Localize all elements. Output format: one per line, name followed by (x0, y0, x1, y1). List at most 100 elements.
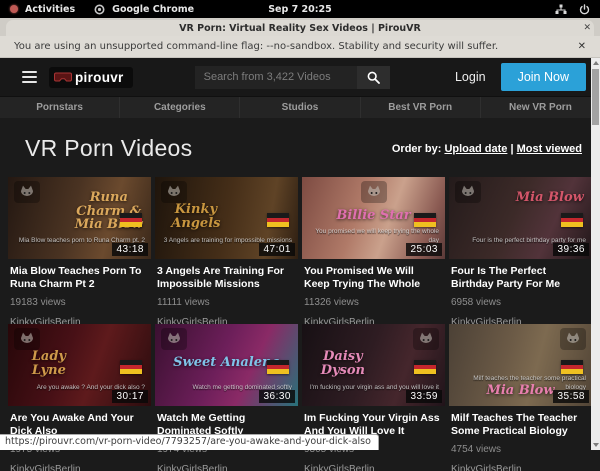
video-studio-link[interactable]: KinkyGirlsBerlin (157, 317, 298, 324)
video-thumbnail[interactable]: Mia Blow Four is the perfect birthday pa… (449, 177, 592, 259)
video-title-link[interactable]: Four Is The Perfect Birthday Party For M… (451, 265, 589, 291)
german-flag-icon (414, 360, 436, 374)
video-studio-link[interactable]: KinkyGirlsBerlin (304, 464, 445, 471)
video-card[interactable]: Billie Star You promised we will keep tr… (302, 177, 445, 324)
video-duration-badge: 47:01 (259, 243, 295, 256)
chrome-warning-bar: You are using an unsupported command-lin… (0, 36, 600, 58)
tab-title: VR Porn: Virtual Reality Sex Videos | Pi… (179, 23, 421, 34)
thumb-overlay-name: Daisy Dyson (310, 350, 376, 377)
video-studio-link[interactable]: KinkyGirlsBerlin (451, 464, 592, 471)
video-card[interactable]: Mia Blow Four is the perfect birthday pa… (449, 177, 592, 324)
video-thumbnail[interactable]: Lady Lyne Are you awake ? And your dick … (8, 324, 151, 406)
browser-tab[interactable]: VR Porn: Virtual Reality Sex Videos | Pi… (6, 20, 594, 36)
thumb-overlay-name: Kinky Angels (163, 203, 229, 230)
video-thumbnail[interactable]: Billie Star You promised we will keep tr… (302, 177, 445, 259)
activities-button[interactable]: Activities (25, 4, 75, 15)
scrollbar-up-arrow[interactable] (591, 58, 600, 68)
system-tray[interactable] (555, 4, 590, 15)
video-thumbnail[interactable]: Daisy Dyson I'm fucking your virgin ass … (302, 324, 445, 406)
order-upload-date-link[interactable]: Upload date (444, 143, 507, 155)
nav-item-new-vr-porn[interactable]: New VR Porn (481, 97, 600, 118)
site-header: pirouvr Login Join Now (0, 58, 600, 96)
thumb-overlay-name: Lady Lyne (16, 350, 82, 377)
studio-watermark-icon (161, 328, 187, 350)
video-views: 6958 views (451, 297, 592, 308)
scrollbar[interactable] (591, 58, 600, 450)
nav-item-best-vr-porn[interactable]: Best VR Porn (361, 97, 481, 118)
german-flag-icon (267, 213, 289, 227)
focused-app-menu[interactable]: Google Chrome (112, 4, 194, 15)
video-title-link[interactable]: You Promised We Will Keep Trying The Who… (304, 265, 442, 291)
login-link[interactable]: Login (455, 70, 486, 84)
video-card[interactable]: Mia Blow Milf teaches the teacher some p… (449, 324, 592, 471)
order-most-viewed-link[interactable]: Most viewed (517, 143, 582, 155)
german-flag-icon (120, 360, 142, 374)
thumb-overlay-name: Mia Blow (513, 191, 587, 205)
page-title: VR Porn Videos (25, 135, 192, 162)
video-card[interactable]: Kinky Angels 3 Angels are training for i… (155, 177, 298, 324)
studio-watermark-icon (14, 328, 40, 350)
search-button[interactable] (357, 66, 390, 89)
search-icon (367, 71, 380, 84)
scrollbar-thumb[interactable] (592, 69, 599, 125)
studio-watermark-icon (455, 181, 481, 203)
recording-indicator-icon (10, 5, 18, 13)
studio-watermark-icon (361, 181, 387, 203)
order-by: Order by: Upload date | Most viewed (392, 143, 582, 155)
search-bar (195, 66, 390, 89)
video-title-link[interactable]: Milf Teaches The Teacher Some Practical … (451, 412, 589, 438)
nav-item-studios[interactable]: Studios (240, 97, 360, 118)
video-studio-link[interactable]: KinkyGirlsBerlin (451, 317, 592, 324)
video-thumbnail[interactable]: Kinky Angels 3 Angels are training for i… (155, 177, 298, 259)
video-duration-badge: 36:30 (259, 390, 295, 403)
page-heading-row: VR Porn Videos Order by: Upload date | M… (0, 118, 600, 177)
video-views: 19183 views (10, 297, 151, 308)
status-url-bubble: https://pirouvr.com/vr-porn-video/779325… (0, 434, 379, 450)
german-flag-icon (561, 213, 583, 227)
studio-watermark-icon (560, 328, 586, 350)
german-flag-icon (414, 213, 436, 227)
video-studio-link[interactable]: KinkyGirlsBerlin (157, 464, 298, 471)
main-nav: PornstarsCategoriesStudiosBest VR PornNe… (0, 96, 600, 118)
german-flag-icon (120, 213, 142, 227)
vr-headset-icon (54, 72, 72, 83)
video-thumbnail[interactable]: Sweet Analena Watch me getting dominated… (155, 324, 298, 406)
german-flag-icon (561, 360, 583, 374)
video-views: 11111 views (157, 297, 298, 308)
site-logo[interactable]: pirouvr (49, 67, 133, 88)
video-views: 11326 views (304, 297, 445, 308)
video-thumbnail[interactable]: Mia Blow Milf teaches the teacher some p… (449, 324, 592, 406)
nav-item-categories[interactable]: Categories (120, 97, 240, 118)
video-duration-badge: 33:59 (406, 390, 442, 403)
site-logo-text: pirouvr (75, 70, 124, 85)
video-duration-badge: 35:58 (553, 390, 589, 403)
system-top-bar: Activities Google Chrome Sep 7 20:25 (0, 0, 600, 18)
video-card[interactable]: Runa Charm & Mia Blow Mia Blow teaches p… (8, 177, 151, 324)
studio-watermark-icon (161, 181, 187, 203)
video-studio-link[interactable]: KinkyGirlsBerlin (10, 464, 151, 471)
scrollbar-down-arrow[interactable] (591, 440, 600, 450)
video-title-link[interactable]: 3 Angels Are Training For Impossible Mis… (157, 265, 295, 291)
power-icon (579, 4, 590, 15)
join-now-button[interactable]: Join Now (501, 63, 586, 91)
browser-tab-strip: VR Porn: Virtual Reality Sex Videos | Pi… (0, 18, 600, 36)
nav-item-pornstars[interactable]: Pornstars (0, 97, 120, 118)
warning-text: You are using an unsupported command-lin… (14, 41, 498, 52)
search-input[interactable] (195, 66, 357, 89)
warning-close-icon[interactable]: ✕ (578, 41, 586, 52)
video-grid: Runa Charm & Mia Blow Mia Blow teaches p… (0, 177, 600, 471)
page-viewport: pirouvr Login Join Now PornstarsCategori… (0, 58, 600, 450)
order-by-label: Order by: (392, 143, 442, 155)
tab-close-icon[interactable]: ✕ (583, 21, 591, 33)
menu-hamburger-icon[interactable] (22, 71, 37, 83)
video-thumbnail[interactable]: Runa Charm & Mia Blow Mia Blow teaches p… (8, 177, 151, 259)
video-studio-link[interactable]: KinkyGirlsBerlin (10, 317, 151, 324)
video-studio-link[interactable]: KinkyGirlsBerlin (304, 317, 445, 324)
video-duration-badge: 43:18 (112, 243, 148, 256)
chrome-app-icon (94, 4, 105, 15)
network-icon (555, 4, 567, 15)
video-title-link[interactable]: Mia Blow Teaches Porn To Runa Charm Pt 2 (10, 265, 148, 291)
video-duration-badge: 25:03 (406, 243, 442, 256)
clock[interactable]: Sep 7 20:25 (268, 4, 332, 15)
studio-watermark-icon (413, 328, 439, 350)
